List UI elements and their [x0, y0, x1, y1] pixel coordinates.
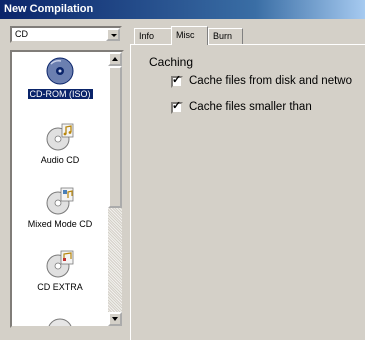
compilation-type-audio-cd[interactable]: Audio CD — [12, 122, 108, 166]
cache-files-smaller-than-label: Cache files smaller than — [189, 101, 312, 113]
compilation-type-label: CD-ROM (ISO) — [27, 89, 93, 99]
compilation-type-list[interactable]: CD-ROM (ISO) Audio CD Mixed Mode CD CD E… — [10, 50, 124, 328]
tab-label: Misc — [176, 30, 195, 40]
chevron-down-icon — [111, 34, 117, 37]
combo-dropdown-button[interactable] — [106, 28, 120, 41]
window-title: New Compilation — [0, 0, 365, 19]
checkmark-icon: ✓ — [172, 74, 182, 86]
tab-label: Info — [139, 31, 155, 41]
arrow-up-icon — [112, 57, 118, 61]
compilation-type-label: CD EXTRA — [37, 282, 83, 292]
arrow-down-icon — [112, 317, 118, 321]
audio-cd-icon — [46, 123, 74, 151]
compilation-type-cd-rom-iso[interactable]: CD-ROM (ISO) — [12, 56, 108, 100]
caching-section-title: Caching — [149, 55, 194, 69]
compilation-type-label: Mixed Mode CD — [27, 219, 93, 229]
scrollbar-thumb[interactable] — [108, 66, 122, 208]
scroll-up-button[interactable] — [108, 52, 122, 66]
cache-files-smaller-than-checkbox[interactable]: ✓ — [171, 100, 183, 114]
cd-extra-icon — [46, 250, 74, 278]
mixed-mode-cd-icon — [46, 187, 74, 215]
compilation-type-partial[interactable] — [12, 314, 108, 326]
compilation-type-label: Audio CD — [40, 155, 80, 165]
tab-label: Burn — [213, 31, 233, 41]
tab-burn[interactable]: Burn — [208, 28, 243, 44]
cache-files-from-disk-label: Cache files from disk and netwo — [189, 75, 352, 87]
misc-tab-panel: Caching ✓ Cache files from disk and netw… — [130, 44, 365, 340]
cd-rom-iso-icon — [46, 57, 74, 85]
cd-icon — [48, 318, 72, 326]
compilation-type-mixed-mode-cd[interactable]: Mixed Mode CD — [12, 186, 108, 230]
list-scrollbar[interactable] — [108, 52, 122, 326]
tab-info[interactable]: Info — [134, 28, 172, 44]
compilation-format-select[interactable]: CD — [10, 26, 122, 43]
checkmark-icon: ✓ — [172, 100, 182, 112]
scroll-down-button[interactable] — [108, 312, 122, 326]
tab-misc[interactable]: Misc — [171, 26, 208, 45]
cache-files-from-disk-checkbox[interactable]: ✓ — [171, 74, 183, 88]
compilation-format-value: CD — [15, 29, 28, 39]
compilation-type-cd-extra[interactable]: CD EXTRA — [12, 249, 108, 293]
